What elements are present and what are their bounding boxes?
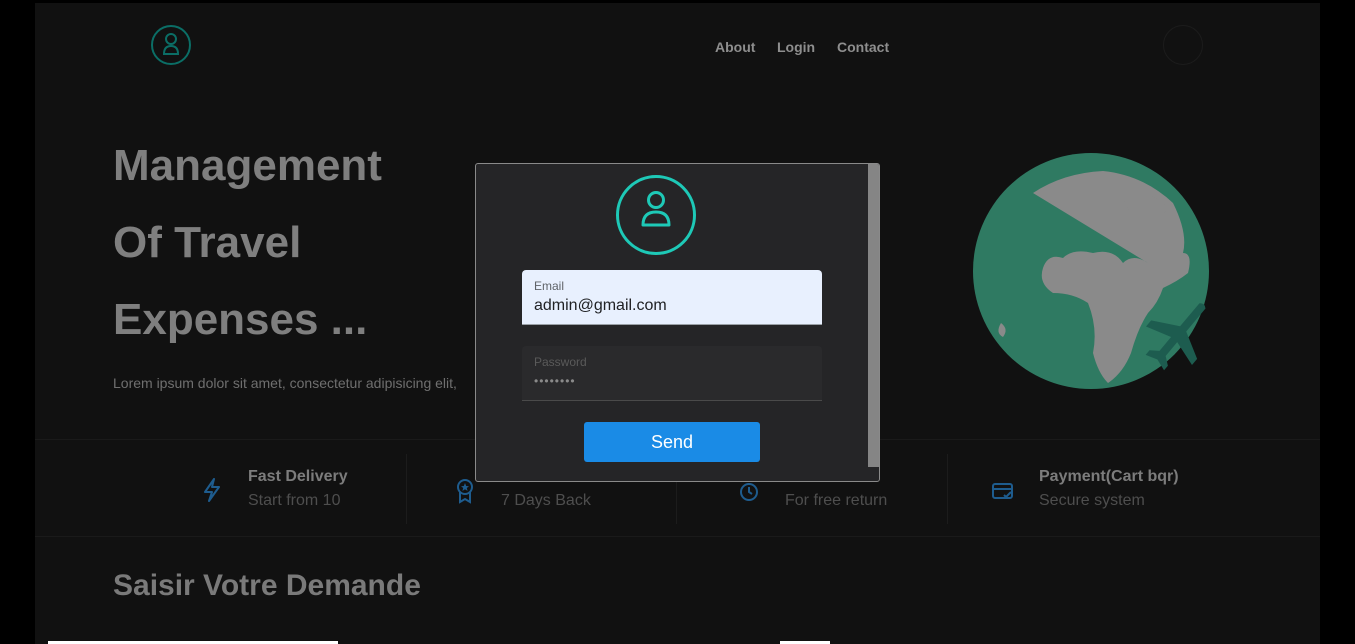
avatar[interactable] xyxy=(1163,25,1203,65)
hero-title-line-2: Of Travel xyxy=(113,218,302,267)
nav-contact[interactable]: Contact xyxy=(837,39,889,55)
hero-title-line-1: Management xyxy=(113,141,382,190)
credit-card-icon xyxy=(991,482,1015,507)
password-label: Password xyxy=(534,355,587,369)
nav-about[interactable]: About xyxy=(715,39,755,55)
password-input[interactable]: •••••••• xyxy=(534,374,576,388)
feature-subtitle: Start from 10 xyxy=(248,492,341,509)
password-field[interactable]: Password •••••••• xyxy=(522,346,822,401)
login-modal: Email admin@gmail.com Password •••••••• … xyxy=(475,163,880,482)
feature-subtitle: For free return xyxy=(785,492,888,509)
section-title: Saisir Votre Demande xyxy=(113,569,421,602)
award-icon xyxy=(455,478,475,509)
email-input[interactable]: admin@gmail.com xyxy=(534,297,667,315)
hero-description: Lorem ipsum dolor sit amet, consectetur … xyxy=(113,375,457,391)
feature-title: Fast Delivery xyxy=(248,468,348,485)
feature-subtitle: Secure system xyxy=(1039,492,1145,509)
feature-title: Payment(Cart bqr) xyxy=(1039,468,1179,485)
nav-login[interactable]: Login xyxy=(777,39,815,55)
feature-divider xyxy=(406,454,407,524)
browser-frame: About Login Contact Management Of Travel… xyxy=(0,0,1355,644)
user-icon xyxy=(616,175,696,255)
hero-title-line-3: Expenses ... xyxy=(113,295,368,344)
feature-subtitle: 7 Days Back xyxy=(501,492,591,509)
lightning-icon xyxy=(202,478,222,507)
email-label: Email xyxy=(534,279,565,293)
modal-scrollbar[interactable] xyxy=(868,164,879,467)
email-field[interactable]: Email admin@gmail.com xyxy=(522,270,822,325)
send-button[interactable]: Send xyxy=(584,422,760,462)
feature-divider xyxy=(947,454,948,524)
globe-plane-illustration xyxy=(973,153,1213,398)
clock-icon xyxy=(739,482,759,507)
logo-user-icon[interactable] xyxy=(151,25,191,65)
